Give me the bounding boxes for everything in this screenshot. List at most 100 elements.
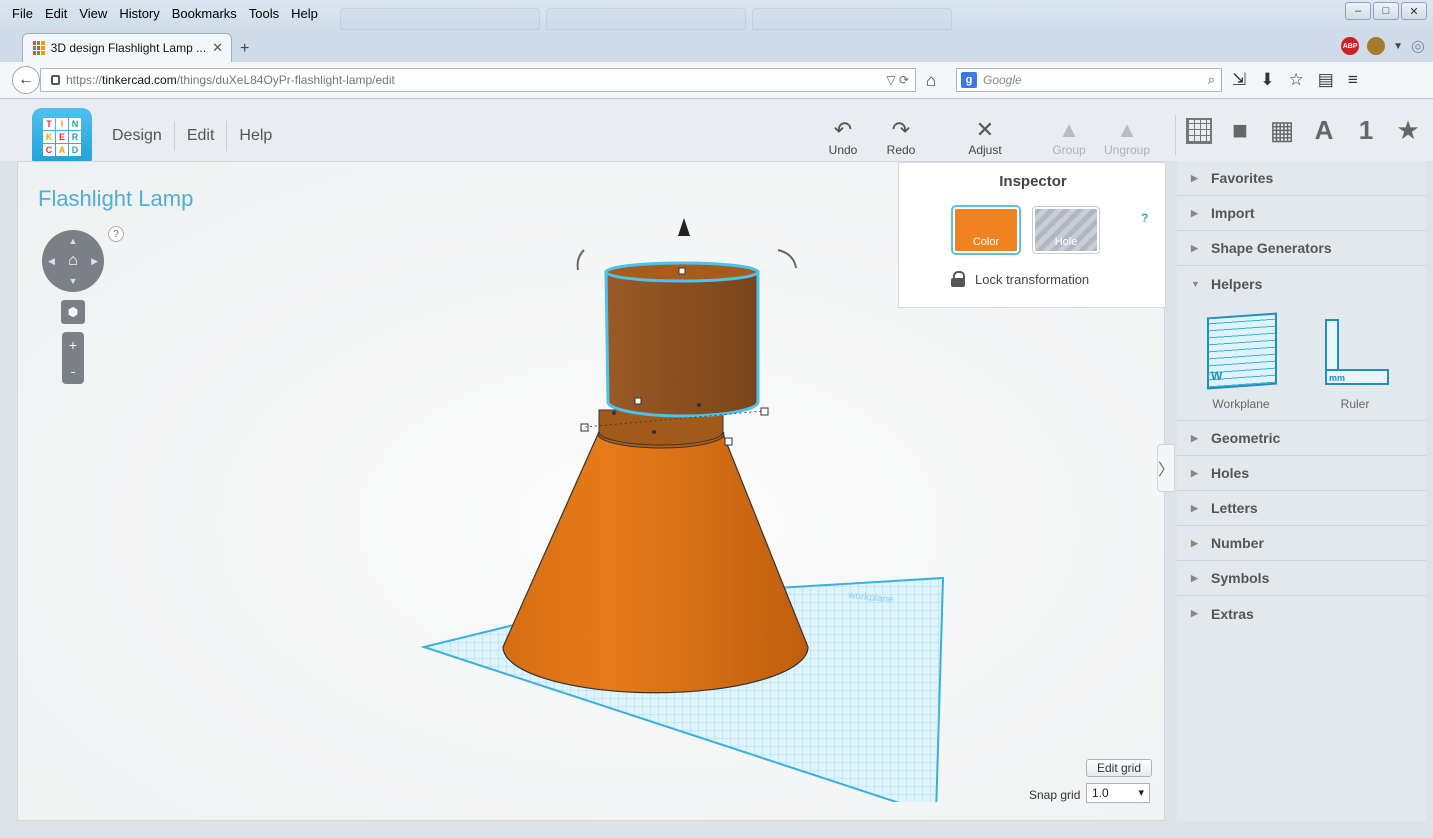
search-icon[interactable]: ⌕ xyxy=(1208,72,1215,88)
menu-view[interactable]: View xyxy=(73,6,113,21)
category-favorites[interactable]: ▶ Favorites xyxy=(1177,161,1426,196)
lock-transformation-toggle[interactable]: Lock transformation xyxy=(951,271,1089,287)
collapse-panel-handle[interactable]: 〉 xyxy=(1157,444,1175,492)
menu-design[interactable]: Design xyxy=(100,121,175,151)
menu-app-help[interactable]: Help xyxy=(227,121,284,151)
reader-icon[interactable]: ▤ xyxy=(1318,70,1334,90)
snap-grid-select[interactable]: 1.0 xyxy=(1086,783,1150,803)
ungroup-icon: ▲ xyxy=(1116,117,1138,142)
helper-ruler[interactable]: mm Ruler xyxy=(1313,311,1397,420)
orbit-left-icon[interactable]: ◀ xyxy=(48,256,55,267)
design-workspace[interactable]: Flashlight Lamp ▲ ▼ ◀ ▶ ⌂ ? ⬢ + - workpl… xyxy=(17,161,1166,821)
addon-icon[interactable]: ⇲ xyxy=(1232,70,1246,90)
color-button[interactable]: Color xyxy=(951,205,1021,255)
expand-triangle-icon: ▶ xyxy=(1191,572,1198,583)
background-tab[interactable] xyxy=(752,8,952,30)
tabbar-extensions: ABP ▼ ◎ xyxy=(1341,36,1425,56)
menu-bookmarks[interactable]: Bookmarks xyxy=(166,6,243,21)
expand-triangle-icon: ▶ xyxy=(1191,242,1198,253)
globe-icon[interactable]: ◎ xyxy=(1411,36,1425,56)
orbit-right-icon[interactable]: ▶ xyxy=(91,256,98,267)
wireframe-cube-icon[interactable]: ▦ xyxy=(1268,115,1296,146)
design-title[interactable]: Flashlight Lamp xyxy=(38,186,193,212)
helper-workplane[interactable]: W Workplane xyxy=(1199,311,1283,420)
back-button[interactable]: ← xyxy=(12,66,40,94)
reload-icon[interactable]: ▽ ⟳ xyxy=(886,73,909,87)
menu-tools[interactable]: Tools xyxy=(243,6,285,21)
category-import[interactable]: ▶ Import xyxy=(1177,196,1426,231)
home-icon[interactable]: ⌂ xyxy=(926,71,936,91)
google-icon[interactable]: g xyxy=(961,72,977,88)
orbit-down-icon[interactable]: ▼ xyxy=(69,276,78,286)
home-view-icon[interactable]: ⌂ xyxy=(68,252,78,270)
category-holes[interactable]: ▶ Holes xyxy=(1177,456,1426,491)
background-tab[interactable] xyxy=(340,8,540,30)
orbit-control[interactable]: ▲ ▼ ◀ ▶ ⌂ xyxy=(42,230,104,292)
adjust-button[interactable]: ✕ Adjust xyxy=(955,117,1015,157)
app-main-menu: Design Edit Help xyxy=(100,121,284,151)
inspector-help-icon[interactable]: ? xyxy=(1141,211,1148,225)
orbit-up-icon[interactable]: ▲ xyxy=(69,236,78,246)
download-icon[interactable]: ⬇ xyxy=(1260,70,1274,90)
expand-triangle-icon: ▶ xyxy=(1191,608,1198,618)
hamburger-menu-icon[interactable]: ≡ xyxy=(1348,70,1358,90)
greasemonkey-icon[interactable] xyxy=(1367,37,1386,55)
url-bar[interactable]: https://tinkercad.com/things/duXeL84OyPr… xyxy=(40,68,916,92)
rotate-left-icon[interactable] xyxy=(576,249,585,271)
cylinder-shape[interactable] xyxy=(604,261,760,418)
category-extras[interactable]: ▶ Extras xyxy=(1177,596,1426,631)
group-button[interactable]: ▲ Group xyxy=(1039,117,1099,157)
shape-library-panel: ▶ Favorites ▶ Import ▶ Shape Generators ▼ He… xyxy=(1177,161,1426,821)
hole-button[interactable]: Hole xyxy=(1032,206,1100,254)
inspector-title: Inspector xyxy=(999,173,1067,190)
background-tab[interactable] xyxy=(546,8,746,30)
menu-edit[interactable]: Edit xyxy=(39,6,73,21)
nav-help-icon[interactable]: ? xyxy=(108,226,124,242)
category-shape-generators[interactable]: ▶ Shape Generators xyxy=(1177,231,1426,266)
number-icon[interactable]: 1 xyxy=(1352,115,1380,146)
category-number[interactable]: ▶ Number xyxy=(1177,526,1426,561)
maximize-button[interactable]: □ xyxy=(1373,2,1399,20)
active-tab[interactable]: 3D design Flashlight Lamp ... ✕ xyxy=(22,33,232,62)
minimize-button[interactable]: – xyxy=(1345,2,1371,20)
workplane-thumbnail: W xyxy=(1201,311,1281,391)
url-text: https://tinkercad.com/things/duXeL84OyPr… xyxy=(66,73,395,87)
redo-button[interactable]: ↷ Redo xyxy=(871,117,931,157)
zoom-out-button[interactable]: - xyxy=(71,363,76,379)
menu-file[interactable]: File xyxy=(6,6,39,21)
close-window-button[interactable]: ✕ xyxy=(1401,2,1427,20)
tinkercad-logo[interactable]: TIN KER CAD xyxy=(32,108,92,168)
3d-scene[interactable]: workplane xyxy=(418,202,978,802)
search-bar[interactable]: g Google ⌕ xyxy=(956,68,1222,92)
star-icon[interactable]: ★ xyxy=(1394,115,1422,146)
adblock-icon[interactable]: ABP xyxy=(1341,37,1360,55)
tab-title: 3D design Flashlight Lamp ... xyxy=(50,41,207,55)
zoom-in-button[interactable]: + xyxy=(69,337,77,353)
category-letters[interactable]: ▶ Letters xyxy=(1177,491,1426,526)
browser-menubar: File Edit View History Bookmarks Tools H… xyxy=(6,6,324,21)
ungroup-button[interactable]: ▲ Ungroup xyxy=(1097,117,1157,157)
view-cube-icon[interactable]: ⬢ xyxy=(61,300,85,324)
undo-button[interactable]: ↶ Undo xyxy=(813,117,873,157)
menu-history[interactable]: History xyxy=(113,6,165,21)
menu-app-edit[interactable]: Edit xyxy=(175,121,228,151)
cube-icon[interactable]: ■ xyxy=(1226,115,1254,146)
new-tab-icon[interactable]: + xyxy=(240,40,249,58)
category-geometric[interactable]: ▶ Geometric xyxy=(1177,421,1426,456)
chevron-down-icon[interactable]: ▼ xyxy=(1393,41,1403,52)
redo-icon: ↷ xyxy=(891,117,911,142)
edit-grid-button[interactable]: Edit grid xyxy=(1086,759,1153,777)
close-tab-icon[interactable]: ✕ xyxy=(212,40,223,56)
tinkercad-favicon-icon xyxy=(33,41,45,55)
letters-icon[interactable]: A xyxy=(1310,115,1338,146)
bookmark-star-icon[interactable]: ☆ xyxy=(1289,70,1304,90)
cone-shape[interactable] xyxy=(502,419,809,694)
lift-arrow-icon[interactable] xyxy=(678,218,690,236)
expand-triangle-icon: ▶ xyxy=(1191,432,1198,443)
category-helpers[interactable]: ▼ Helpers xyxy=(1177,266,1426,301)
category-symbols[interactable]: ▶ Symbols xyxy=(1177,561,1426,596)
grid-icon[interactable] xyxy=(1186,117,1212,144)
rotate-right-icon[interactable] xyxy=(777,249,797,269)
adjust-tools-icon: ✕ xyxy=(975,117,995,142)
menu-help[interactable]: Help xyxy=(285,6,324,21)
